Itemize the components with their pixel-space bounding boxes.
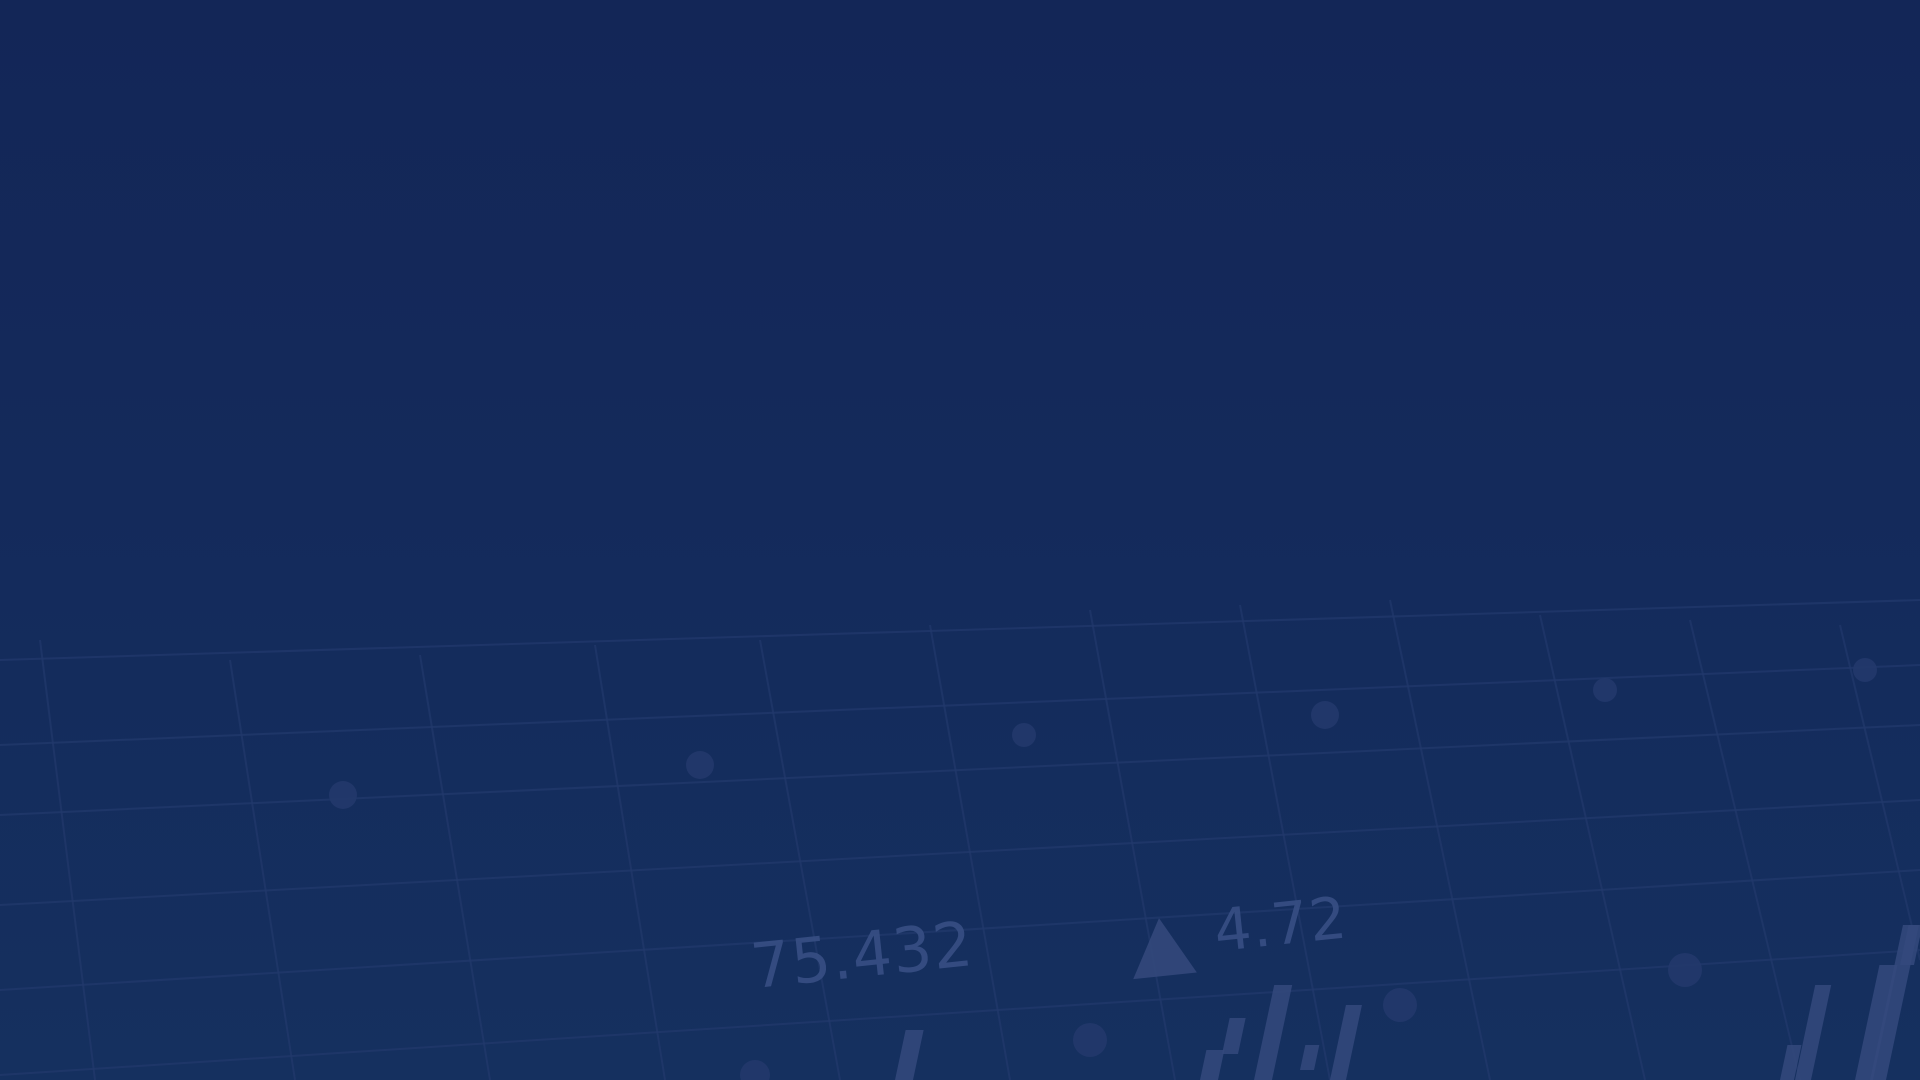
up-triangle-icon [1127,914,1197,980]
grid-line-vertical [1689,619,1801,1080]
ticker-change-value: 4.72 [1210,883,1351,965]
grid-line-horizontal [0,664,1920,746]
decorative-bar [1222,1018,1246,1054]
grid-dot [1311,701,1339,729]
grid-dot [329,781,357,809]
decorative-bar [1300,1045,1320,1070]
grid-line-vertical [1539,614,1646,1080]
grid-line-horizontal [0,724,1920,816]
grid-dot [1853,658,1877,682]
grid-line-vertical [594,644,666,1080]
grid-line-vertical [39,639,96,1080]
grid-line-vertical [229,659,296,1080]
grid-dot [1668,953,1702,987]
grid-dot [686,751,714,779]
background-stage: 75.432 4.72 [0,0,1920,1080]
grid-horizontal-lines [0,599,1920,1076]
grid-line-horizontal [0,799,1920,906]
grid-dot [740,1060,770,1080]
decorative-bar [895,1030,924,1080]
decorative-bar [1199,1050,1225,1080]
decorative-bar [1330,1005,1362,1080]
grid-dot [1012,723,1036,747]
grid-dot [1593,678,1617,702]
grid-line-vertical [419,654,491,1080]
decorative-bar [1254,985,1293,1080]
grid-dot [1383,988,1417,1022]
grid-line-vertical [1839,624,1920,961]
grid-line-horizontal [0,599,1920,661]
decorative-bar [1795,985,1832,1080]
grid-vertical-lines [39,599,1920,1080]
grid-dot [1073,1023,1107,1057]
